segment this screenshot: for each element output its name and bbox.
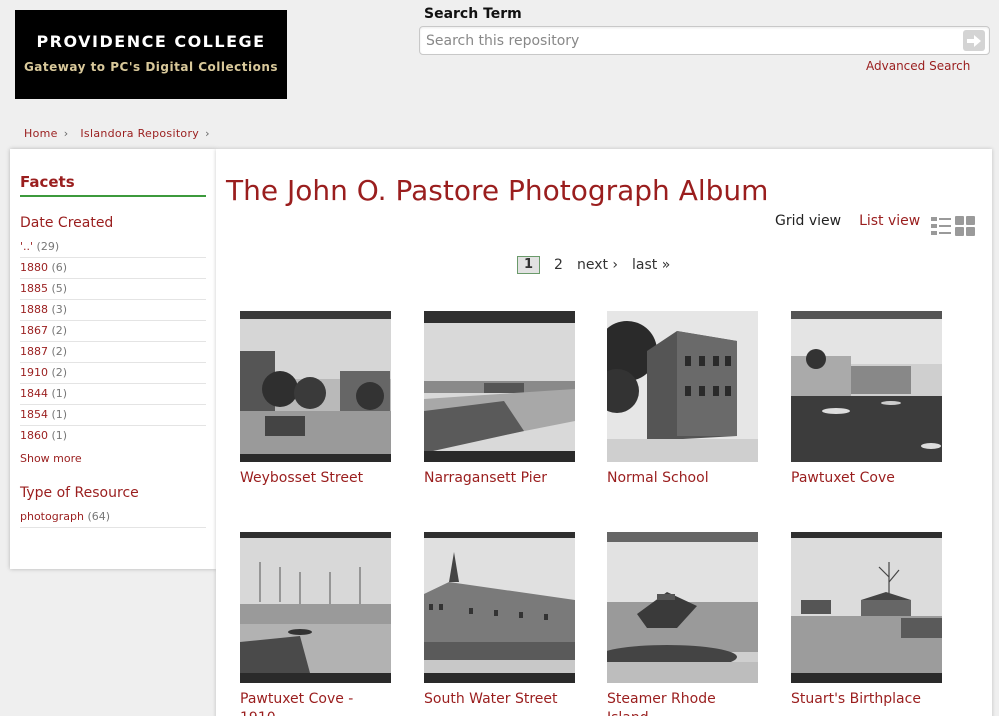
list-view-icon[interactable]	[931, 216, 951, 236]
facet-item: 1867 (2)	[20, 321, 206, 342]
arrow-right-icon	[967, 34, 981, 47]
search-input[interactable]	[420, 27, 950, 54]
breadcrumb: Home › Islandora Repository ›	[24, 127, 218, 140]
thumbnail-image[interactable]	[424, 311, 575, 462]
item-title[interactable]: Weybosset Street	[240, 469, 391, 488]
facet-count: (3)	[51, 303, 68, 316]
grid-view-label: Grid view	[775, 213, 842, 229]
facet-item: '..' (29)	[20, 237, 206, 258]
advanced-search-link[interactable]: Advanced Search	[866, 59, 970, 73]
facet-item: 1880 (6)	[20, 258, 206, 279]
grid-item: Pawtuxet Cove - 1910	[240, 532, 391, 716]
search-label: Search Term	[424, 6, 522, 22]
facet-count: (2)	[51, 324, 68, 337]
facet-count: (64)	[87, 510, 111, 523]
item-title[interactable]: Narragansett Pier	[424, 469, 575, 488]
thumbnail-image[interactable]	[424, 532, 575, 683]
page-title: The John O. Pastore Photograph Album	[226, 174, 769, 207]
view-icons	[931, 216, 975, 236]
thumbnail-image[interactable]	[240, 532, 391, 683]
grid-item: Narragansett Pier	[424, 311, 575, 488]
facet-item: photograph (64)	[20, 507, 206, 528]
facet-count: (1)	[51, 387, 68, 400]
item-title[interactable]: Pawtuxet Cove - 1910	[240, 690, 391, 716]
facet-item: 1844 (1)	[20, 384, 206, 405]
facet-link[interactable]: 1844	[20, 387, 48, 400]
facet-count: (1)	[51, 408, 68, 421]
thumbnail-image[interactable]	[791, 532, 942, 683]
facet-item: 1910 (2)	[20, 363, 206, 384]
grid-item: Steamer Rhode Island	[607, 532, 758, 716]
search-submit-button[interactable]	[963, 30, 985, 51]
facet-group-title: Type of Resource	[20, 485, 139, 501]
list-view-link[interactable]: List view	[859, 213, 920, 229]
facet-item: 1885 (5)	[20, 279, 206, 300]
facet-count: (2)	[51, 366, 68, 379]
grid-view-icon[interactable]	[955, 216, 975, 236]
facet-count: (2)	[51, 345, 68, 358]
logo-subtitle: Gateway to PC's Digital Collections	[23, 60, 279, 74]
breadcrumb-separator: ›	[63, 127, 69, 140]
show-more-link[interactable]: Show more	[20, 452, 206, 465]
breadcrumb-repository[interactable]: Islandora Repository	[80, 127, 199, 140]
facets-title: Facets	[20, 173, 206, 197]
item-title[interactable]: Pawtuxet Cove	[791, 469, 942, 488]
facet-count: (1)	[51, 429, 68, 442]
item-title[interactable]: Normal School	[607, 469, 758, 488]
facet-group-title: Date Created	[20, 215, 114, 231]
facet-link[interactable]: 1910	[20, 366, 48, 379]
facet-link[interactable]: 1880	[20, 261, 48, 274]
pager-current: 1	[517, 256, 541, 274]
grid-item: Weybosset Street	[240, 311, 391, 488]
thumbnail-image[interactable]	[607, 532, 758, 683]
pager-next[interactable]: next ›	[577, 257, 618, 273]
thumbnail-image[interactable]	[607, 311, 758, 462]
grid-item: Normal School	[607, 311, 758, 488]
facets-sidebar: Facets Date Created '..' (29) 1880 (6) 1…	[10, 149, 216, 569]
breadcrumb-separator: ›	[205, 127, 210, 140]
facet-link[interactable]: 1860	[20, 429, 48, 442]
pager-page-2[interactable]: 2	[554, 257, 563, 273]
facet-link[interactable]: 1854	[20, 408, 48, 421]
facet-link[interactable]: photograph	[20, 510, 84, 523]
item-title[interactable]: Steamer Rhode Island	[607, 690, 758, 716]
logo-title: PROVIDENCE COLLEGE	[36, 32, 266, 51]
pager: 1 2 next › last »	[517, 256, 670, 274]
site-logo[interactable]: PROVIDENCE COLLEGE Gateway to PC's Digit…	[15, 10, 287, 99]
facet-item: 1860 (1)	[20, 426, 206, 446]
main-content: The John O. Pastore Photograph Album Gri…	[216, 149, 992, 716]
breadcrumb-home[interactable]: Home	[24, 127, 58, 140]
facet-link[interactable]: 1867	[20, 324, 48, 337]
search-box	[419, 26, 990, 55]
facet-link[interactable]: 1888	[20, 303, 48, 316]
facet-link[interactable]: '..'	[20, 240, 33, 253]
thumbnail-image[interactable]	[240, 311, 391, 462]
facet-link[interactable]: 1887	[20, 345, 48, 358]
facet-item: 1888 (3)	[20, 300, 206, 321]
facet-item: 1887 (2)	[20, 342, 206, 363]
facet-link[interactable]: 1885	[20, 282, 48, 295]
facet-item: 1854 (1)	[20, 405, 206, 426]
grid-item: Stuart's Birthplace	[791, 532, 942, 709]
thumbnail-image[interactable]	[791, 311, 942, 462]
view-toggle: Grid view List view	[775, 213, 920, 229]
item-title[interactable]: Stuart's Birthplace	[791, 690, 942, 709]
facet-count: (6)	[51, 261, 68, 274]
pager-last[interactable]: last »	[632, 257, 670, 273]
facet-count: (5)	[51, 282, 68, 295]
grid-item: Pawtuxet Cove	[791, 311, 942, 488]
item-title[interactable]: South Water Street	[424, 690, 575, 709]
grid-item: South Water Street	[424, 532, 575, 709]
facet-count: (29)	[36, 240, 60, 253]
